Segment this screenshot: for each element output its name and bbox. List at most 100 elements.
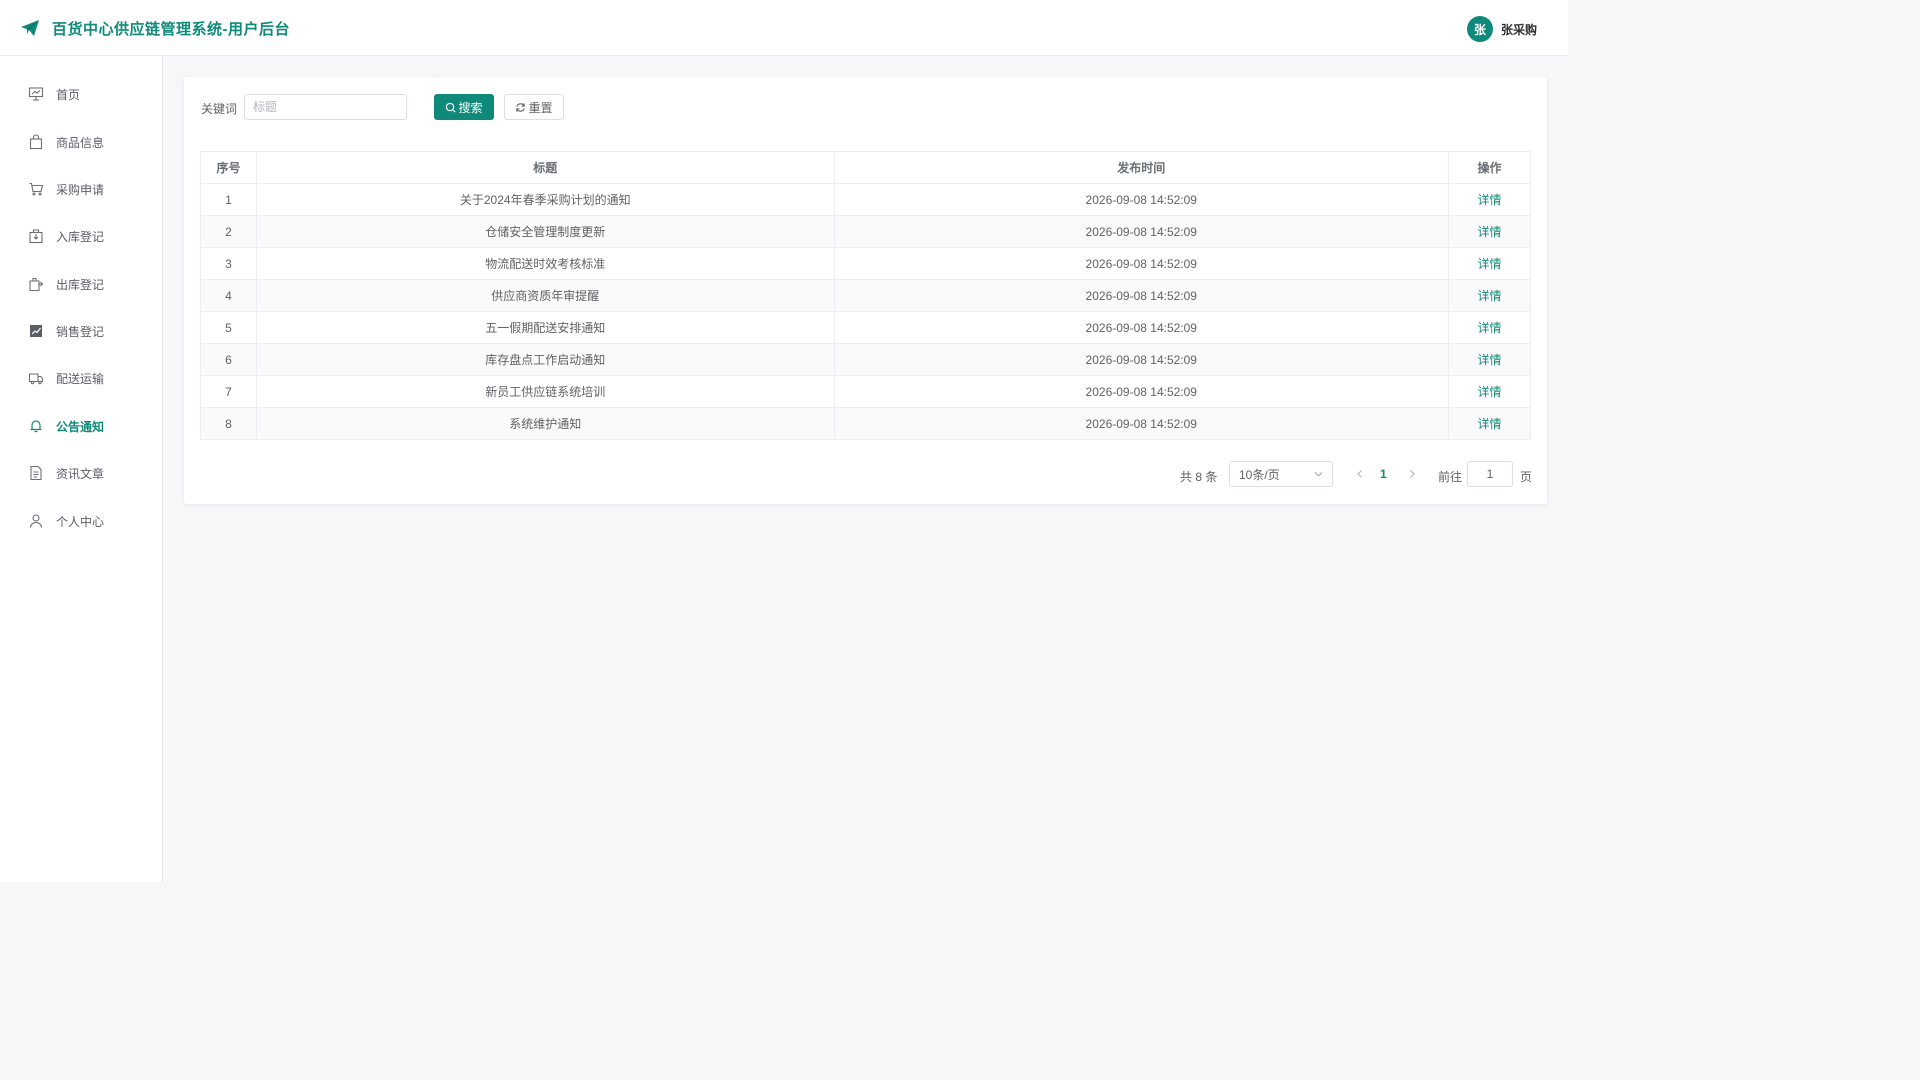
cell-time: 2026-09-08 14:52:09 bbox=[833, 215, 1450, 248]
sidebar-item-announcements[interactable]: 公告通知 bbox=[0, 406, 162, 446]
detail-link[interactable]: 详情 bbox=[1478, 257, 1502, 271]
chevron-right-icon[interactable] bbox=[1406, 468, 1418, 480]
cell-index: 3 bbox=[200, 247, 257, 280]
shopping-bag-icon bbox=[29, 134, 43, 150]
user-icon bbox=[29, 514, 43, 528]
page-size-value: 10条/页 bbox=[1239, 467, 1280, 482]
sidebar-item-sales[interactable]: 销售登记 bbox=[0, 311, 162, 351]
cell-index: 6 bbox=[200, 343, 257, 376]
sidebar: 首页 商品信息 采购申请 入库登记 出库登记 销售登记 配送运输 公告通知 资讯… bbox=[0, 56, 163, 882]
table-row: 1 关于2024年春季采购计划的通知 2026-09-08 14:52:09 详… bbox=[200, 183, 1531, 216]
table-row: 5 五一假期配送安排通知 2026-09-08 14:52:09 详情 bbox=[200, 311, 1531, 344]
sidebar-item-outbound[interactable]: 出库登记 bbox=[0, 264, 162, 304]
cell-index: 5 bbox=[200, 311, 257, 344]
column-header-action: 操作 bbox=[1448, 151, 1531, 184]
sidebar-item-delivery[interactable]: 配送运输 bbox=[0, 358, 162, 398]
keyword-input[interactable] bbox=[244, 94, 407, 120]
truck-icon bbox=[28, 373, 44, 385]
sidebar-item-label: 出库登记 bbox=[56, 277, 105, 292]
detail-link[interactable]: 详情 bbox=[1478, 289, 1502, 303]
cell-title: 五一假期配送安排通知 bbox=[255, 311, 835, 344]
cell-title: 仓储安全管理制度更新 bbox=[255, 215, 835, 248]
sidebar-item-products[interactable]: 商品信息 bbox=[0, 122, 162, 162]
reset-button-label: 重置 bbox=[528, 100, 553, 115]
table-row: 3 物流配送时效考核标准 2026-09-08 14:52:09 详情 bbox=[200, 247, 1531, 280]
search-button[interactable]: 搜索 bbox=[434, 94, 494, 120]
table-row: 6 库存盘点工作启动通知 2026-09-08 14:52:09 详情 bbox=[200, 343, 1531, 376]
cell-index: 2 bbox=[200, 215, 257, 248]
cell-time: 2026-09-08 14:52:09 bbox=[833, 343, 1450, 376]
column-header-index: 序号 bbox=[200, 151, 257, 184]
cell-time: 2026-09-08 14:52:09 bbox=[833, 311, 1450, 344]
detail-link[interactable]: 详情 bbox=[1478, 385, 1502, 399]
cell-title: 供应商资质年审提醒 bbox=[255, 279, 835, 312]
sidebar-item-label: 商品信息 bbox=[56, 135, 105, 150]
top-header: 百货中心供应链管理系统-用户后台 张 张采购 bbox=[0, 0, 1568, 56]
sidebar-item-purchase[interactable]: 采购申请 bbox=[0, 169, 162, 209]
document-icon bbox=[30, 465, 42, 481]
table-row: 2 仓储安全管理制度更新 2026-09-08 14:52:09 详情 bbox=[200, 215, 1531, 248]
box-out-icon bbox=[29, 277, 44, 292]
sidebar-item-label: 首页 bbox=[56, 87, 81, 102]
cell-index: 4 bbox=[200, 279, 257, 312]
username[interactable]: 张采购 bbox=[1501, 21, 1537, 38]
bell-icon bbox=[30, 420, 42, 433]
cell-title: 系统维护通知 bbox=[255, 407, 835, 440]
sidebar-item-home[interactable]: 首页 bbox=[0, 74, 162, 114]
cell-title: 新员工供应链系统培训 bbox=[255, 375, 835, 408]
sidebar-item-label: 入库登记 bbox=[56, 229, 105, 244]
avatar[interactable]: 张 bbox=[1467, 16, 1493, 42]
cell-time: 2026-09-08 14:52:09 bbox=[833, 279, 1450, 312]
page-number-current[interactable]: 1 bbox=[1380, 467, 1387, 481]
table-row: 4 供应商资质年审提醒 2026-09-08 14:52:09 详情 bbox=[200, 279, 1531, 312]
table-row: 7 新员工供应链系统培训 2026-09-08 14:52:09 详情 bbox=[200, 375, 1531, 408]
cell-time: 2026-09-08 14:52:09 bbox=[833, 247, 1450, 280]
sidebar-item-label: 公告通知 bbox=[56, 419, 105, 434]
announcements-table: 序号 标题 发布时间 操作 1 关于2024年春季采购计划的通知 2026-09… bbox=[200, 151, 1531, 440]
sidebar-item-articles[interactable]: 资讯文章 bbox=[0, 453, 162, 493]
app-title: 百货中心供应链管理系统-用户后台 bbox=[52, 21, 290, 38]
cell-time: 2026-09-08 14:52:09 bbox=[833, 375, 1450, 408]
detail-link[interactable]: 详情 bbox=[1478, 321, 1502, 335]
table-row: 8 系统维护通知 2026-09-08 14:52:09 详情 bbox=[200, 407, 1531, 440]
total-count: 共 8 条 bbox=[1180, 470, 1218, 484]
goto-label: 前往 bbox=[1438, 470, 1463, 484]
sidebar-item-label: 采购申请 bbox=[56, 182, 105, 197]
page-size-select[interactable]: 10条/页 bbox=[1229, 461, 1333, 487]
detail-link[interactable]: 详情 bbox=[1478, 225, 1502, 239]
sidebar-item-profile[interactable]: 个人中心 bbox=[0, 501, 162, 541]
shopping-cart-icon bbox=[29, 182, 44, 196]
cell-index: 7 bbox=[200, 375, 257, 408]
cell-title: 库存盘点工作启动通知 bbox=[255, 343, 835, 376]
page-unit-label: 页 bbox=[1520, 470, 1533, 484]
chevron-down-icon bbox=[1314, 471, 1323, 477]
box-in-icon bbox=[29, 229, 43, 244]
detail-link[interactable]: 详情 bbox=[1478, 193, 1502, 207]
cell-title: 关于2024年春季采购计划的通知 bbox=[255, 183, 835, 216]
content-card: 关键词 搜索 重置 序号 标题 发布时间 操作 1 关于2024年春季采购计 bbox=[184, 77, 1547, 504]
sidebar-item-label: 资讯文章 bbox=[56, 466, 105, 481]
sidebar-item-label: 销售登记 bbox=[56, 324, 105, 339]
keyword-label: 关键词 bbox=[201, 102, 238, 116]
cell-index: 8 bbox=[200, 407, 257, 440]
pagination: 共 8 条 10条/页 1 前往 页 bbox=[184, 461, 1547, 489]
paper-plane-icon bbox=[21, 20, 39, 36]
sidebar-item-inbound[interactable]: 入库登记 bbox=[0, 216, 162, 256]
reset-button[interactable]: 重置 bbox=[504, 94, 564, 120]
detail-link[interactable]: 详情 bbox=[1478, 353, 1502, 367]
refresh-icon bbox=[516, 102, 526, 112]
column-header-title: 标题 bbox=[255, 151, 835, 184]
presentation-chart-icon bbox=[28, 87, 44, 101]
column-header-time: 发布时间 bbox=[833, 151, 1450, 184]
cell-time: 2026-09-08 14:52:09 bbox=[833, 407, 1450, 440]
search-button-label: 搜索 bbox=[458, 100, 483, 115]
cell-title: 物流配送时效考核标准 bbox=[255, 247, 835, 280]
search-icon bbox=[446, 102, 456, 113]
chevron-left-icon[interactable] bbox=[1354, 468, 1366, 480]
detail-link[interactable]: 详情 bbox=[1478, 417, 1502, 431]
trend-chart-icon bbox=[30, 325, 42, 337]
cell-index: 1 bbox=[200, 183, 257, 216]
table-header-row: 序号 标题 发布时间 操作 bbox=[200, 151, 1531, 184]
goto-page-input[interactable] bbox=[1467, 461, 1513, 487]
sidebar-item-label: 配送运输 bbox=[56, 371, 105, 386]
